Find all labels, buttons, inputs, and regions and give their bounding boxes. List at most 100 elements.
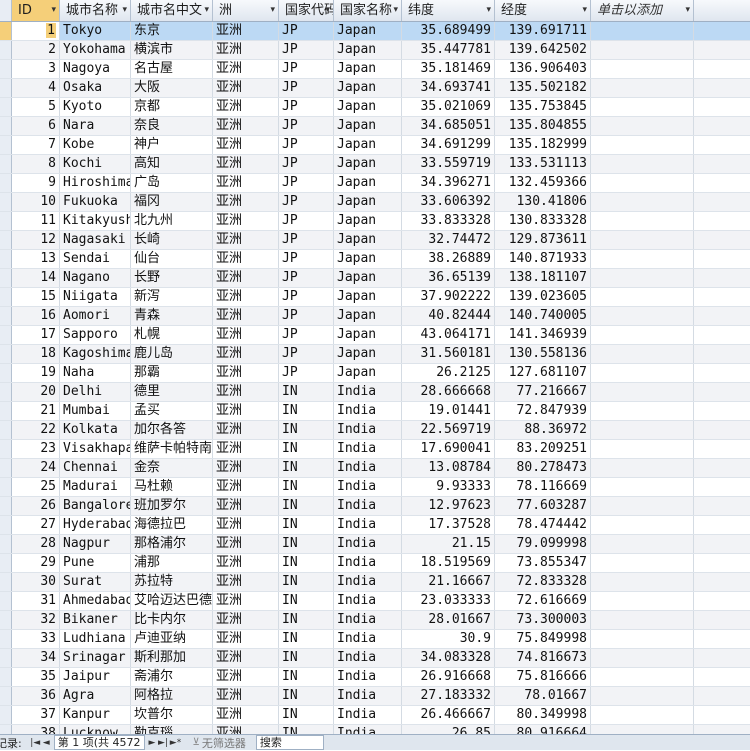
table-cell[interactable] — [591, 60, 694, 78]
table-cell[interactable]: Japan — [334, 22, 402, 40]
table-cell[interactable]: 28 — [12, 535, 60, 553]
row-selector[interactable] — [0, 592, 12, 610]
table-cell[interactable] — [591, 250, 694, 268]
row-selector[interactable] — [0, 725, 12, 734]
table-cell[interactable]: 亚洲 — [213, 288, 279, 306]
table-cell[interactable]: IN — [279, 687, 334, 705]
table-cell[interactable]: Japan — [334, 250, 402, 268]
table-cell[interactable]: 35.447781 — [402, 41, 495, 59]
table-cell[interactable]: 17 — [12, 326, 60, 344]
filter-toggle[interactable]: ⊻ 无筛选器 — [193, 735, 246, 751]
row-selector[interactable] — [0, 554, 12, 572]
column-header-7[interactable]: 经度 ▾ — [495, 0, 591, 21]
table-cell[interactable]: 141.346939 — [495, 326, 591, 344]
table-cell[interactable]: Kolkata — [60, 421, 131, 439]
table-row[interactable]: 12 Nagasaki 长崎 亚洲 JP Japan 32.74472 129.873611 — [0, 231, 750, 250]
table-cell[interactable]: Osaka — [60, 79, 131, 97]
column-header-0[interactable]: ID ▾ — [12, 0, 60, 21]
table-row[interactable]: 22 Kolkata 加尔各答 亚洲 IN India 22.569719 88.36972 — [0, 421, 750, 440]
table-cell[interactable]: JP — [279, 98, 334, 116]
table-cell[interactable]: 亚洲 — [213, 193, 279, 211]
table-row[interactable]: 8 Kochi 高知 亚洲 JP Japan 33.559719 133.531113 — [0, 155, 750, 174]
table-cell[interactable]: 78.116669 — [495, 478, 591, 496]
row-selector[interactable] — [0, 41, 12, 59]
table-cell[interactable]: 5 — [12, 98, 60, 116]
row-selector[interactable] — [0, 459, 12, 477]
table-cell[interactable]: 34.691299 — [402, 136, 495, 154]
table-cell[interactable]: India — [334, 725, 402, 734]
table-cell[interactable]: 38 — [12, 725, 60, 734]
table-cell[interactable]: 33 — [12, 630, 60, 648]
table-cell[interactable]: 班加罗尔 — [131, 497, 213, 515]
table-cell[interactable]: 72.616669 — [495, 592, 591, 610]
table-cell[interactable]: 34.083328 — [402, 649, 495, 667]
table-cell[interactable]: 亚洲 — [213, 364, 279, 382]
table-cell[interactable]: 新泻 — [131, 288, 213, 306]
table-cell[interactable]: 133.531113 — [495, 155, 591, 173]
table-row[interactable]: 11Kitakyushu北九州亚洲JPJapan33.833328130.833… — [0, 212, 750, 231]
row-selector[interactable] — [0, 611, 12, 629]
table-cell[interactable] — [591, 155, 694, 173]
table-cell[interactable]: 名古屋 — [131, 60, 213, 78]
row-selector[interactable] — [0, 478, 12, 496]
table-cell[interactable]: 维萨卡帕特南 — [131, 440, 213, 458]
table-row[interactable]: 31 Ahmedabad 艾哈迈达巴德 亚洲 IN India 23.033333 72.61… — [0, 592, 750, 611]
table-cell[interactable]: 78.01667 — [495, 687, 591, 705]
table-cell[interactable]: Chennai — [60, 459, 131, 477]
table-cell[interactable]: 130.41806 — [495, 193, 591, 211]
table-cell[interactable]: 12.97623 — [402, 497, 495, 515]
table-cell[interactable]: IN — [279, 649, 334, 667]
table-cell[interactable]: India — [334, 687, 402, 705]
table-cell[interactable]: Japan — [334, 288, 402, 306]
dropdown-arrow-icon[interactable]: ▾ — [270, 0, 275, 21]
table-cell[interactable]: Japan — [334, 136, 402, 154]
column-header-5[interactable]: 国家名称 ▾ — [334, 0, 402, 21]
table-cell[interactable]: 亚洲 — [213, 535, 279, 553]
table-cell[interactable] — [591, 440, 694, 458]
table-cell[interactable]: 海德拉巴 — [131, 516, 213, 534]
table-cell[interactable] — [591, 383, 694, 401]
table-cell[interactable]: 79.099998 — [495, 535, 591, 553]
table-row[interactable]: 9 Hiroshima 广岛 亚洲 JP Japan 34.396271 132.459366 — [0, 174, 750, 193]
table-cell[interactable]: 33.606392 — [402, 193, 495, 211]
table-cell[interactable]: 亚洲 — [213, 402, 279, 420]
table-cell[interactable]: 34.396271 — [402, 174, 495, 192]
table-cell[interactable]: Japan — [334, 117, 402, 135]
table-cell[interactable]: India — [334, 649, 402, 667]
table-cell[interactable]: 34.685051 — [402, 117, 495, 135]
table-cell[interactable]: Kanpur — [60, 706, 131, 724]
table-cell[interactable]: 亚洲 — [213, 611, 279, 629]
table-cell[interactable]: IN — [279, 554, 334, 572]
table-cell[interactable]: JP — [279, 231, 334, 249]
row-selector[interactable] — [0, 535, 12, 553]
table-cell[interactable]: 亚洲 — [213, 155, 279, 173]
table-cell[interactable]: Japan — [334, 155, 402, 173]
table-cell[interactable]: 6 — [12, 117, 60, 135]
table-cell[interactable]: 东京 — [131, 22, 213, 40]
table-cell[interactable]: Japan — [334, 193, 402, 211]
column-header-8[interactable]: 单击以添加 ▾ — [591, 0, 694, 21]
table-row[interactable]: 23Visakhapatnam维萨卡帕特南亚洲INIndia17.6900418… — [0, 440, 750, 459]
table-cell[interactable]: Japan — [334, 98, 402, 116]
table-cell[interactable]: 亚洲 — [213, 421, 279, 439]
dropdown-arrow-icon[interactable]: ▾ — [685, 0, 690, 21]
table-cell[interactable] — [591, 668, 694, 686]
table-cell[interactable]: 19 — [12, 364, 60, 382]
table-cell[interactable]: India — [334, 459, 402, 477]
table-cell[interactable]: IN — [279, 497, 334, 515]
table-cell[interactable] — [591, 98, 694, 116]
row-selector[interactable] — [0, 687, 12, 705]
table-cell[interactable]: 亚洲 — [213, 41, 279, 59]
table-cell[interactable]: 139.642502 — [495, 41, 591, 59]
row-selector[interactable] — [0, 345, 12, 363]
table-cell[interactable]: 孟买 — [131, 402, 213, 420]
table-cell[interactable]: Kagoshima — [60, 345, 131, 363]
table-cell[interactable]: 斯利那加 — [131, 649, 213, 667]
table-cell[interactable]: 9 — [12, 174, 60, 192]
table-cell[interactable]: 30 — [12, 573, 60, 591]
table-cell[interactable]: Japan — [334, 79, 402, 97]
table-cell[interactable]: 26.85 — [402, 725, 495, 734]
table-cell[interactable]: 16 — [12, 307, 60, 325]
row-selector[interactable] — [0, 212, 12, 230]
table-row[interactable]: 19 Naha 那霸 亚洲 JP Japan 26.2125 127.681107 — [0, 364, 750, 383]
